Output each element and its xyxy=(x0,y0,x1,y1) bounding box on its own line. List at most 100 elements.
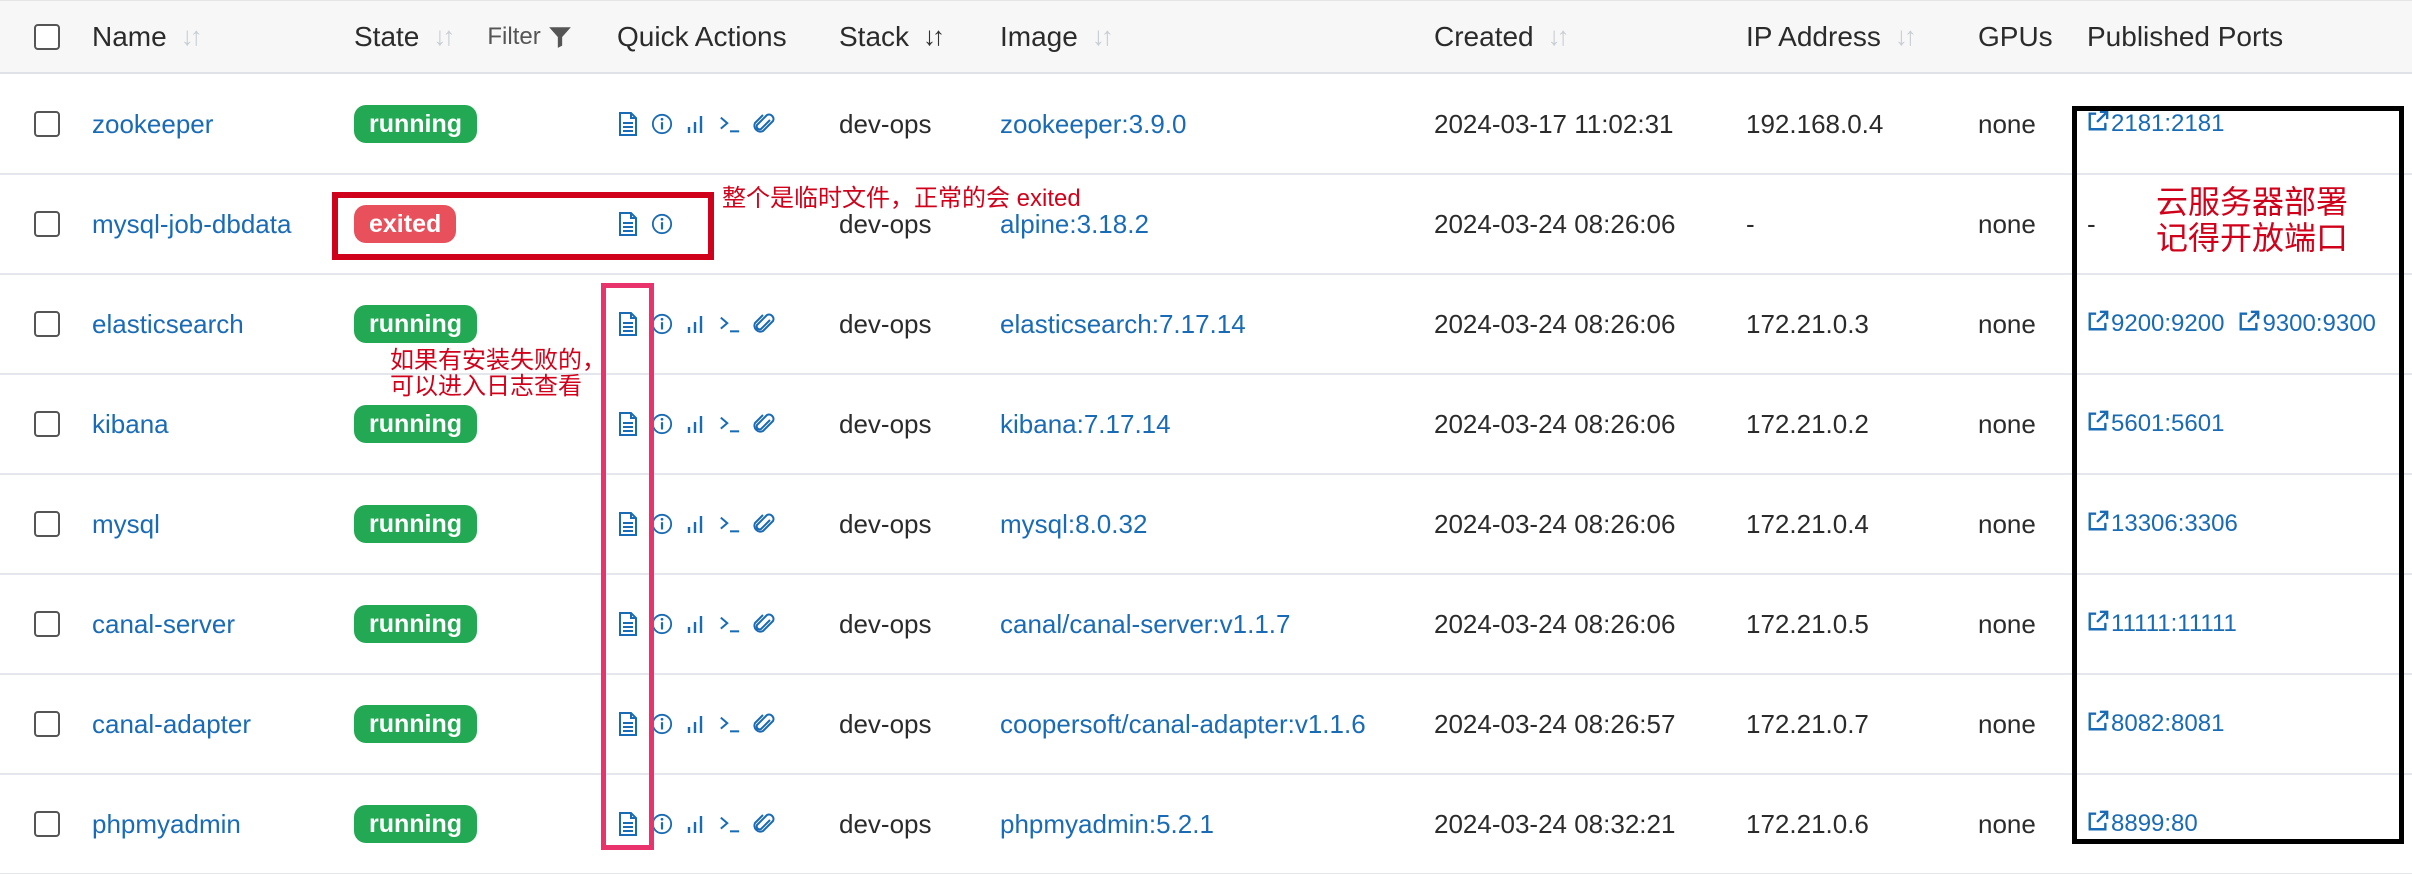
image-link[interactable]: kibana:7.17.14 xyxy=(1000,409,1171,440)
column-label: Name xyxy=(92,20,167,52)
container-name-link[interactable]: mysql xyxy=(92,509,160,540)
column-header-stack[interactable]: Stack ↓↑ xyxy=(839,1,945,72)
logs-note: 如果有安装失败的， 可以进入日志查看 xyxy=(390,348,606,400)
console-icon[interactable] xyxy=(719,612,741,636)
attach-icon[interactable] xyxy=(753,112,775,136)
inspect-icon[interactable] xyxy=(651,312,673,336)
stack-cell: dev-ops xyxy=(839,375,932,473)
console-icon[interactable] xyxy=(719,512,741,536)
attach-icon[interactable] xyxy=(753,712,775,736)
gpus-cell: none xyxy=(1978,75,2036,173)
inspect-icon[interactable] xyxy=(651,412,673,436)
gpus-cell: none xyxy=(1978,475,2036,573)
console-icon[interactable] xyxy=(719,112,741,136)
select-all-checkbox[interactable] xyxy=(34,23,60,50)
gpus-value: none xyxy=(1978,408,2036,439)
row-select-cell xyxy=(34,675,60,773)
row-checkbox[interactable] xyxy=(34,511,60,537)
status-badge: running xyxy=(354,305,478,343)
gpus-value: none xyxy=(1978,508,2036,539)
sort-icon: ↓↑ xyxy=(923,21,945,51)
column-header-created[interactable]: Created ↓↑ xyxy=(1434,1,1570,72)
row-checkbox[interactable] xyxy=(34,611,60,637)
column-header-image[interactable]: Image ↓↑ xyxy=(1000,1,1114,72)
image-link[interactable]: elasticsearch:7.17.14 xyxy=(1000,309,1246,340)
state-cell: running xyxy=(354,775,478,873)
column-header-ip[interactable]: IP Address ↓↑ xyxy=(1746,1,1917,72)
stats-icon[interactable] xyxy=(685,112,707,136)
ip-cell: 172.21.0.3 xyxy=(1746,275,1869,373)
attach-icon[interactable] xyxy=(753,412,775,436)
inspect-icon[interactable] xyxy=(651,712,673,736)
inspect-icon[interactable] xyxy=(651,512,673,536)
stats-icon[interactable] xyxy=(685,512,707,536)
row-checkbox[interactable] xyxy=(34,711,60,737)
container-name-link[interactable]: canal-adapter xyxy=(92,709,251,740)
ip-cell: 172.21.0.7 xyxy=(1746,675,1869,773)
row-checkbox[interactable] xyxy=(34,111,60,137)
logs-note-line: 可以进入日志查看 xyxy=(390,373,582,400)
image-link[interactable]: alpine:3.18.2 xyxy=(1000,209,1149,240)
container-name-link[interactable]: mysql-job-dbdata xyxy=(92,209,291,240)
state-filter[interactable]: Filter xyxy=(487,23,572,51)
console-icon[interactable] xyxy=(719,312,741,336)
inspect-icon[interactable] xyxy=(651,112,673,136)
container-name-link[interactable]: zookeeper xyxy=(92,109,213,140)
row-select-cell xyxy=(34,75,60,173)
image-link[interactable]: canal/canal-server:v1.1.7 xyxy=(1000,609,1290,640)
sort-icon: ↓↑ xyxy=(1894,21,1917,51)
table-header: Name ↓↑ State ↓↑ Filter Quick Actions St… xyxy=(0,0,2412,74)
row-checkbox[interactable] xyxy=(34,811,60,837)
row-select-cell xyxy=(34,275,60,373)
gpus-value: none xyxy=(1978,308,2036,339)
image-link[interactable]: mysql:8.0.32 xyxy=(1000,509,1147,540)
column-header-state[interactable]: State ↓↑ Filter xyxy=(354,1,573,72)
container-name-link[interactable]: elasticsearch xyxy=(92,309,244,340)
image-link[interactable]: zookeeper:3.9.0 xyxy=(1000,109,1186,140)
column-header-name[interactable]: Name ↓↑ xyxy=(92,1,203,72)
sort-icon: ↓↑ xyxy=(180,21,203,51)
stats-icon[interactable] xyxy=(685,712,707,736)
gpus-value: none xyxy=(1978,708,2036,739)
attach-icon[interactable] xyxy=(753,312,775,336)
logs-icon[interactable] xyxy=(617,112,639,136)
console-icon[interactable] xyxy=(719,412,741,436)
stack-cell: dev-ops xyxy=(839,475,932,573)
row-checkbox[interactable] xyxy=(34,211,60,237)
ip-cell: - xyxy=(1746,175,1755,273)
stack-value: dev-ops xyxy=(839,508,932,539)
created-value: 2024-03-24 08:26:57 xyxy=(1434,708,1676,739)
inspect-icon[interactable] xyxy=(651,612,673,636)
image-link[interactable]: phpmyadmin:5.2.1 xyxy=(1000,809,1214,840)
container-name-link[interactable]: kibana xyxy=(92,409,169,440)
stats-icon[interactable] xyxy=(685,812,707,836)
column-label: IP Address xyxy=(1746,20,1881,52)
container-name-cell: mysql xyxy=(92,475,160,573)
inspect-icon[interactable] xyxy=(651,812,673,836)
image-link[interactable]: coopersoft/canal-adapter:v1.1.6 xyxy=(1000,709,1366,740)
row-checkbox[interactable] xyxy=(34,311,60,337)
stats-icon[interactable] xyxy=(685,612,707,636)
status-badge: running xyxy=(354,405,478,443)
sort-icon: ↓↑ xyxy=(1547,21,1570,51)
stats-icon[interactable] xyxy=(685,312,707,336)
attach-icon[interactable] xyxy=(753,512,775,536)
ip-cell: 172.21.0.5 xyxy=(1746,575,1869,673)
stack-value: dev-ops xyxy=(839,408,932,439)
status-badge: running xyxy=(354,105,478,143)
container-name-link[interactable]: canal-server xyxy=(92,609,235,640)
attach-icon[interactable] xyxy=(753,612,775,636)
stats-icon[interactable] xyxy=(685,412,707,436)
column-header-quick-actions: Quick Actions xyxy=(617,1,787,72)
ip-value: 172.21.0.3 xyxy=(1746,308,1869,339)
column-label: Image xyxy=(1000,20,1078,52)
row-checkbox[interactable] xyxy=(34,411,60,437)
ip-value: - xyxy=(1746,208,1755,239)
gpus-value: none xyxy=(1978,108,2036,139)
console-icon[interactable] xyxy=(719,712,741,736)
container-name-link[interactable]: phpmyadmin xyxy=(92,809,241,840)
created-cell: 2024-03-24 08:26:06 xyxy=(1434,575,1675,673)
attach-icon[interactable] xyxy=(753,812,775,836)
state-cell: running xyxy=(354,575,478,673)
console-icon[interactable] xyxy=(719,812,741,836)
